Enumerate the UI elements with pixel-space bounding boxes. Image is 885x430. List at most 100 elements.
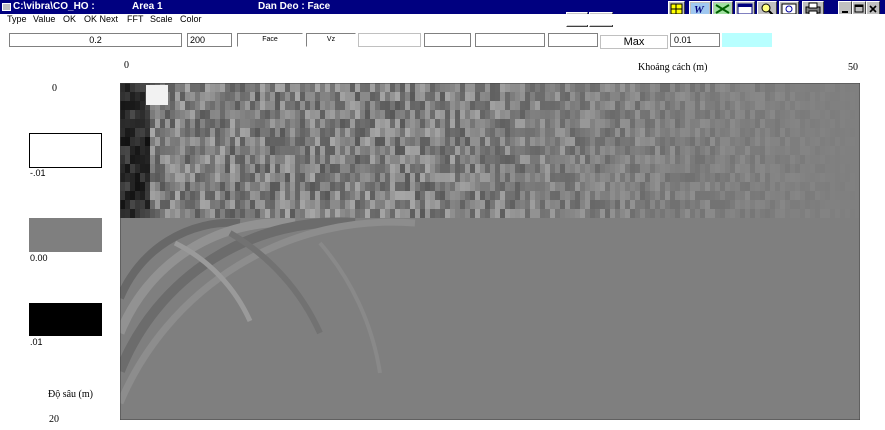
shallow-layer-cell bbox=[425, 137, 430, 146]
shallow-layer-cell bbox=[310, 209, 315, 218]
shallow-layer-cell bbox=[230, 101, 235, 110]
color-swatch-field[interactable] bbox=[722, 33, 772, 47]
shallow-layer-cell bbox=[800, 146, 805, 155]
menu-color[interactable]: Color bbox=[180, 14, 202, 25]
shallow-layer-cell bbox=[365, 101, 370, 110]
shallow-layer-cell bbox=[760, 119, 765, 128]
shallow-layer-cell bbox=[495, 200, 500, 209]
shallow-layer-cell bbox=[420, 164, 425, 173]
shallow-layer-cell bbox=[590, 92, 595, 101]
legend-label-zero: 0.00 bbox=[30, 253, 48, 263]
shallow-layer-cell bbox=[710, 137, 715, 146]
shallow-layer-cell bbox=[285, 155, 290, 164]
shallow-layer-cell bbox=[380, 146, 385, 155]
shallow-layer-cell bbox=[765, 182, 770, 191]
shallow-layer-cell bbox=[320, 92, 325, 101]
blank-field-1[interactable] bbox=[358, 33, 421, 47]
shallow-layer-cell bbox=[455, 119, 460, 128]
shallow-layer-cell bbox=[180, 83, 185, 92]
shallow-layer-cell bbox=[305, 200, 310, 209]
menu-fft[interactable]: FFT bbox=[127, 14, 144, 25]
shallow-layer-cell bbox=[435, 200, 440, 209]
shallow-layer-cell bbox=[525, 200, 530, 209]
shallow-layer-cell bbox=[715, 128, 720, 137]
shallow-layer-cell bbox=[660, 155, 665, 164]
shallow-layer-cell bbox=[825, 209, 830, 218]
blank-field-2[interactable] bbox=[424, 33, 471, 47]
shallow-layer-cell bbox=[845, 110, 850, 119]
shallow-layer-cell bbox=[170, 137, 175, 146]
shallow-layer-cell bbox=[500, 128, 505, 137]
shallow-layer-cell bbox=[830, 119, 835, 128]
shallow-layer-cell bbox=[165, 128, 170, 137]
shallow-layer-cell bbox=[365, 200, 370, 209]
shallow-layer-cell bbox=[680, 110, 685, 119]
shallow-layer-cell bbox=[260, 128, 265, 137]
shallow-layer-cell bbox=[675, 110, 680, 119]
shallow-layer-cell bbox=[525, 137, 530, 146]
menu-ok-next[interactable]: OK Next bbox=[84, 14, 118, 25]
shallow-layer-cell bbox=[615, 128, 620, 137]
fft-field[interactable]: 200 bbox=[187, 33, 232, 47]
shallow-layer-cell bbox=[745, 200, 750, 209]
shallow-layer-cell bbox=[680, 182, 685, 191]
shallow-layer-cell bbox=[230, 128, 235, 137]
shallow-layer-cell bbox=[340, 173, 345, 182]
max-field[interactable]: 0.01 bbox=[670, 33, 720, 47]
shallow-layer-cell bbox=[285, 146, 290, 155]
shallow-layer-cell bbox=[255, 200, 260, 209]
shallow-layer-cell bbox=[240, 164, 245, 173]
shallow-layer-cell bbox=[325, 128, 330, 137]
shallow-layer-cell bbox=[120, 209, 125, 218]
shallow-layer-cell bbox=[670, 200, 675, 209]
blank-field-4[interactable] bbox=[548, 33, 598, 47]
shallow-layer-cell bbox=[175, 173, 180, 182]
shallow-layer-cell bbox=[635, 101, 640, 110]
shallow-layer-cell bbox=[335, 164, 340, 173]
shallow-layer-cell bbox=[390, 209, 395, 218]
shallow-layer-cell bbox=[555, 182, 560, 191]
shallow-layer-cell bbox=[335, 101, 340, 110]
shallow-layer-cell bbox=[590, 137, 595, 146]
shallow-layer-cell bbox=[375, 92, 380, 101]
shallow-layer-cell bbox=[845, 155, 850, 164]
shallow-layer-cell bbox=[290, 191, 295, 200]
shallow-layer-cell bbox=[670, 173, 675, 182]
shallow-layer-cell bbox=[630, 101, 635, 110]
shallow-layer-cell bbox=[140, 137, 145, 146]
shallow-layer-cell bbox=[265, 83, 270, 92]
menu-value[interactable]: Value bbox=[33, 14, 55, 25]
value-field[interactable]: 0.2 bbox=[9, 33, 182, 47]
shallow-layer-cell bbox=[255, 137, 260, 146]
shallow-layer-cell bbox=[175, 137, 180, 146]
menu-scale[interactable]: Scale bbox=[150, 14, 173, 25]
shallow-layer-cell bbox=[280, 209, 285, 218]
shallow-layer-cell bbox=[605, 191, 610, 200]
shallow-layer-cell bbox=[200, 209, 205, 218]
shallow-layer-cell bbox=[780, 164, 785, 173]
shallow-layer-cell bbox=[535, 191, 540, 200]
shallow-layer-cell bbox=[485, 101, 490, 110]
shallow-layer-cell bbox=[800, 155, 805, 164]
shallow-layer-cell bbox=[630, 119, 635, 128]
shallow-layer-cell bbox=[790, 128, 795, 137]
shallow-layer-cell bbox=[670, 128, 675, 137]
shallow-layer-cell bbox=[560, 146, 565, 155]
menu-ok[interactable]: OK bbox=[63, 14, 76, 25]
vz-button[interactable]: Vz bbox=[306, 33, 356, 47]
shallow-layer-cell bbox=[740, 209, 745, 218]
shallow-layer-cell bbox=[135, 146, 140, 155]
shallow-layer-cell bbox=[685, 200, 690, 209]
shallow-layer-cell bbox=[435, 110, 440, 119]
shallow-layer-cell bbox=[700, 191, 705, 200]
shallow-layer-cell bbox=[135, 191, 140, 200]
shallow-layer-cell bbox=[475, 164, 480, 173]
menu-type[interactable]: Type bbox=[7, 14, 27, 25]
shallow-layer-cell bbox=[665, 83, 670, 92]
face-button[interactable]: Face bbox=[237, 33, 303, 47]
shallow-layer-cell bbox=[855, 182, 860, 191]
blank-field-3[interactable] bbox=[475, 33, 545, 47]
shallow-layer-cell bbox=[325, 119, 330, 128]
shallow-layer-cell bbox=[250, 182, 255, 191]
system-menu-icon[interactable] bbox=[2, 3, 11, 11]
